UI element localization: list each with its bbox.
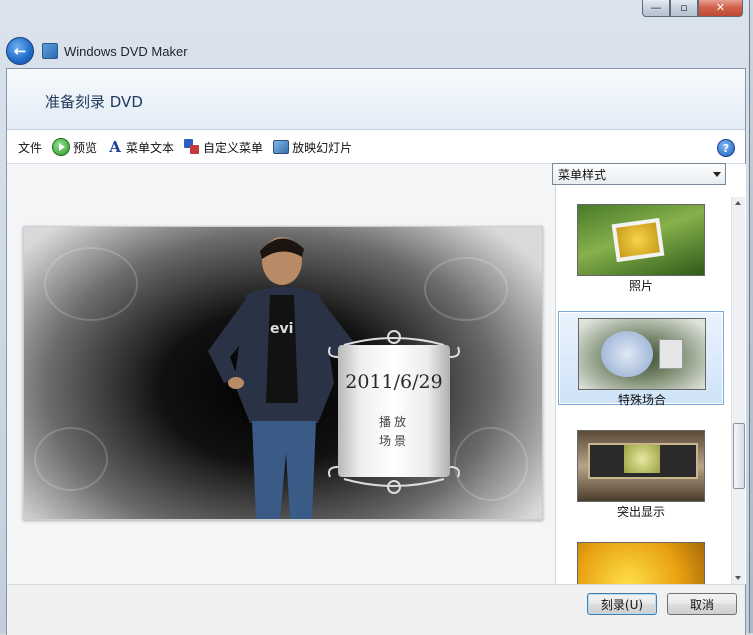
burn-button[interactable]: 刻录(U) — [587, 593, 657, 615]
style-item-special-occasion[interactable]: 特殊场合 — [558, 311, 724, 407]
style-thumbnail — [577, 430, 705, 502]
customize-menu-button[interactable]: 自定义菜单 — [184, 139, 263, 156]
swirl-ornament — [34, 427, 108, 491]
back-arrow-icon: ← — [13, 42, 27, 60]
scroll-down-arrow-icon[interactable] — [735, 576, 741, 580]
preview-label: 预览 — [73, 140, 98, 155]
menu-style-dropdown-value: 菜单样式 — [558, 167, 607, 182]
style-label: 特殊场合 — [617, 393, 666, 407]
customize-menu-label: 自定义菜单 — [203, 140, 264, 155]
footer-bar: 刻录(U) 取消 — [7, 584, 745, 635]
scroll-paper — [338, 345, 450, 477]
header-band: 准备刻录 DVD — [7, 69, 745, 130]
client-area: 准备刻录 DVD 文件 预览 A 菜单文本 自定义菜单 放映幻灯片 ? evi … — [6, 68, 746, 635]
style-thumbnail — [577, 204, 705, 276]
slideshow-button[interactable]: 放映幻灯片 — [273, 139, 352, 156]
page-title: 准备刻录 DVD — [45, 93, 143, 111]
customize-menu-icon — [184, 139, 200, 155]
maximize-button[interactable]: ▫ — [670, 0, 698, 17]
style-item-flowers[interactable] — [558, 536, 724, 584]
dropdown-arrow-icon — [713, 172, 721, 177]
help-icon[interactable]: ? — [717, 139, 735, 157]
caption-buttons: — ▫ ✕ — [642, 0, 743, 17]
swirl-ornament — [44, 247, 138, 321]
slideshow-label: 放映幻灯片 — [292, 140, 353, 155]
cancel-button[interactable]: 取消 — [667, 593, 737, 615]
style-list-scrollbar[interactable] — [731, 197, 745, 584]
file-menu[interactable]: 文件 — [18, 139, 42, 156]
menu-scroll-card: 2011/6/29 播放 场景 — [324, 327, 464, 497]
scrollbar-thumb[interactable] — [733, 423, 745, 489]
close-button[interactable]: ✕ — [698, 0, 743, 17]
file-menu-label: 文件 — [18, 140, 43, 155]
app-title: Windows DVD Maker — [64, 43, 188, 59]
play-menu-link[interactable]: 播放 — [324, 413, 464, 430]
style-item-photos[interactable]: 照片 — [558, 198, 724, 293]
swirl-ornament — [424, 257, 508, 321]
scenes-menu-link[interactable]: 场景 — [324, 432, 464, 449]
text-a-icon: A — [109, 138, 121, 156]
menu-preview: evi 2011/6/29 播放 场景 — [23, 226, 543, 520]
app-window: — ▫ ✕ ← Windows DVD Maker 准备刻录 DVD 文件 预览… — [0, 0, 750, 635]
menu-style-dropdown[interactable]: 菜单样式 — [552, 163, 726, 185]
style-label: 照片 — [628, 279, 653, 293]
menu-text-button[interactable]: A 菜单文本 — [107, 138, 175, 156]
style-thumbnail — [578, 318, 706, 390]
disc-date-title: 2011/6/29 — [345, 371, 443, 393]
title-bar: ← Windows DVD Maker — [6, 34, 188, 68]
style-thumbnail — [577, 542, 705, 584]
scroll-up-arrow-icon[interactable] — [735, 201, 741, 205]
svg-text:evi: evi — [270, 321, 293, 337]
toolbar: 文件 预览 A 菜单文本 自定义菜单 放映幻灯片 ? — [7, 131, 745, 164]
slideshow-icon — [273, 139, 290, 155]
swirl-ornament — [454, 427, 528, 501]
menu-style-list: 照片 特殊场合 突出显示 — [558, 192, 728, 584]
dvd-maker-app-icon — [42, 43, 58, 59]
style-item-highlight[interactable]: 突出显示 — [558, 424, 724, 519]
preview-button[interactable]: 预览 — [52, 138, 97, 156]
play-icon — [52, 138, 71, 156]
minimize-button[interactable]: — — [642, 0, 670, 17]
back-button[interactable]: ← — [6, 37, 34, 65]
menu-text-label: 菜单文本 — [126, 140, 175, 155]
style-label: 突出显示 — [616, 505, 665, 519]
